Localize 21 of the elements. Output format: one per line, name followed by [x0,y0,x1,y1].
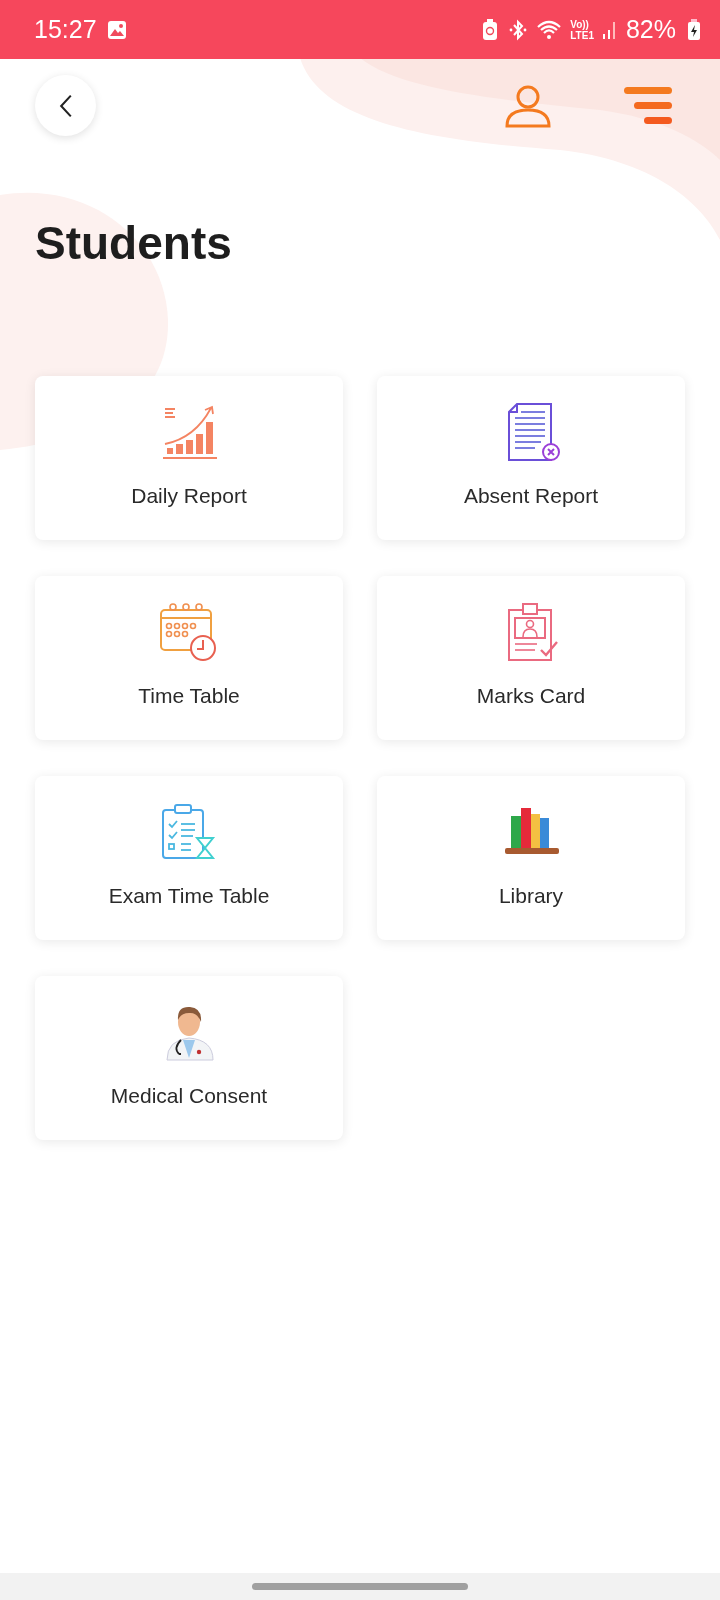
network-label: LTE1 [570,29,594,41]
menu-tile[interactable]: Marks Card [377,576,685,740]
home-handle[interactable] [252,1583,468,1590]
page-title: Students [35,216,233,270]
status-time: 15:27 [34,15,97,44]
menu-icon[interactable] [622,85,674,126]
wifi-icon [536,18,563,41]
menu-tile[interactable]: Exam Time Table [35,776,343,940]
battery-percent: 82% [625,15,676,44]
menu-tile[interactable]: Library [377,776,685,940]
menu-tile[interactable]: Absent Report [377,376,685,540]
menu-tile[interactable]: Medical Consent [35,976,343,1140]
menu-tile[interactable]: Daily Report [35,376,343,540]
calendar-clock-icon [159,602,219,662]
profile-icon[interactable] [504,83,552,128]
bluetooth-icon [508,18,529,41]
signal-icon [601,19,618,40]
volte-label: Vo)) [570,18,590,30]
back-button[interactable] [35,75,96,136]
menu-tile[interactable]: Time Table [35,576,343,740]
image-icon [106,18,127,41]
